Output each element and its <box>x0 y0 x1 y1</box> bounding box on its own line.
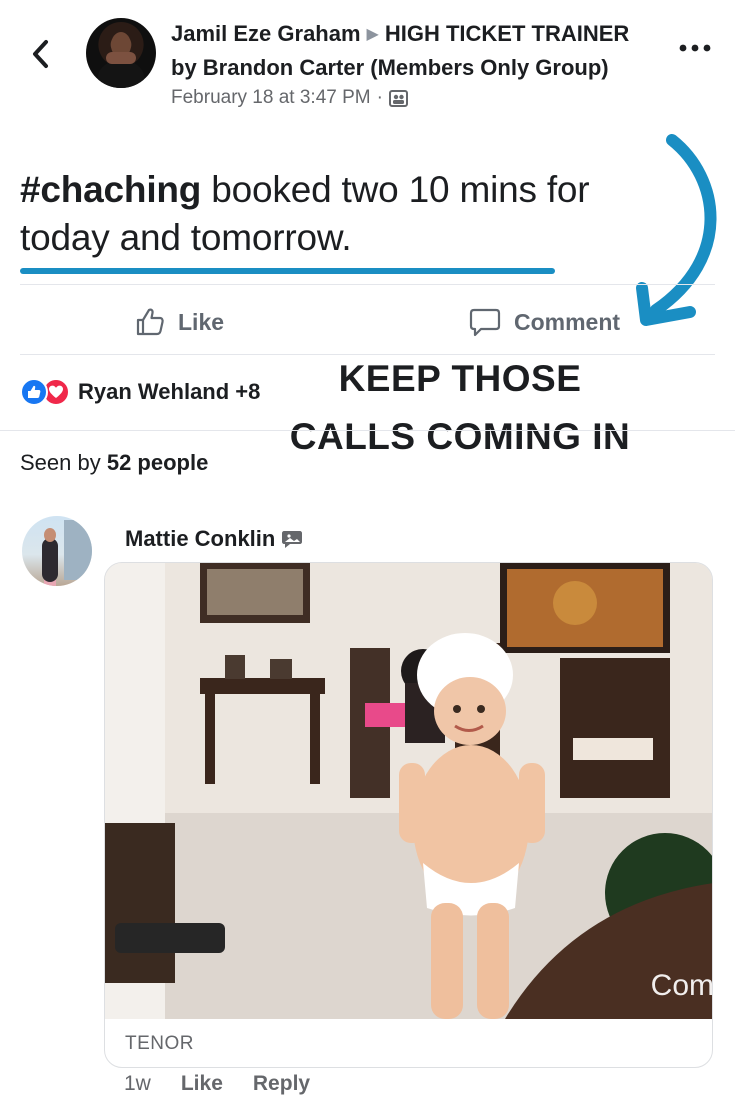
post-header: Jamil Eze Graham ▶ HIGH TICKET TRAINER by … <box>171 18 651 111</box>
meta-separator: · <box>376 87 383 108</box>
hashtag-link[interactable]: #chaching <box>20 169 201 210</box>
comment-age[interactable]: 1w <box>124 1072 151 1096</box>
reactions-summary[interactable]: Ryan Wehland +8 <box>20 374 260 410</box>
comment-reply-button[interactable]: Reply <box>253 1072 310 1096</box>
back-button[interactable] <box>26 34 58 74</box>
like-reaction-icon <box>20 378 48 406</box>
post-timestamp[interactable]: February 18 at 3:47 PM <box>171 85 371 111</box>
curved-arrow-icon <box>636 134 717 326</box>
comment-button[interactable]: Comment <box>468 300 620 344</box>
callout-line-2: CALLS COMING IN <box>289 416 631 457</box>
gif-image[interactable]: Com <box>105 563 713 1019</box>
divider-top <box>20 284 715 285</box>
comment-like-button[interactable]: Like <box>181 1072 223 1096</box>
gif-overlay-caption: Com <box>650 969 713 1002</box>
gif-source-label[interactable]: TENOR <box>125 1033 194 1055</box>
comment-actions: 1w Like Reply <box>124 1072 310 1096</box>
commenter-avatar[interactable] <box>22 516 92 586</box>
post-header-title: Jamil Eze Graham ▶ HIGH TICKET TRAINER by … <box>171 18 651 83</box>
comment-bubble-icon <box>469 308 501 337</box>
seen-by-prefix: Seen by <box>20 450 107 475</box>
callout-text: KEEP THOSE CALLS COMING IN <box>270 350 650 466</box>
group-members-icon <box>388 89 408 107</box>
post-meta: February 18 at 3:47 PM · <box>171 85 651 111</box>
comment-button-label: Comment <box>514 308 621 335</box>
more-options-button[interactable] <box>677 38 713 58</box>
like-button-label: Like <box>178 308 225 335</box>
more-dots-icon <box>679 44 711 52</box>
comment-author[interactable]: Mattie Conklin <box>125 526 303 552</box>
like-button[interactable]: Like <box>134 300 224 344</box>
seen-by-count: 52 people <box>106 450 209 475</box>
seen-by[interactable]: Seen by 52 people <box>20 450 208 476</box>
callout-line-1: KEEP THOSE <box>338 358 582 399</box>
highlight-underline <box>20 268 555 274</box>
sticker-comment-icon <box>282 531 303 548</box>
post-body: #chaching booked two 10 mins for today a… <box>20 166 670 262</box>
reactors-text: Ryan Wehland +8 <box>78 379 261 404</box>
gif-attachment[interactable]: Com TENOR <box>104 562 713 1068</box>
author-avatar[interactable] <box>86 18 156 88</box>
posted-in-arrow-icon: ▶ <box>366 26 379 43</box>
divider-reactions <box>0 430 735 431</box>
comment-author-name: Mattie Conklin <box>125 526 276 551</box>
chevron-left-icon <box>33 40 48 68</box>
thumbs-up-icon <box>136 308 164 336</box>
author-name[interactable]: Jamil Eze Graham <box>171 21 361 46</box>
